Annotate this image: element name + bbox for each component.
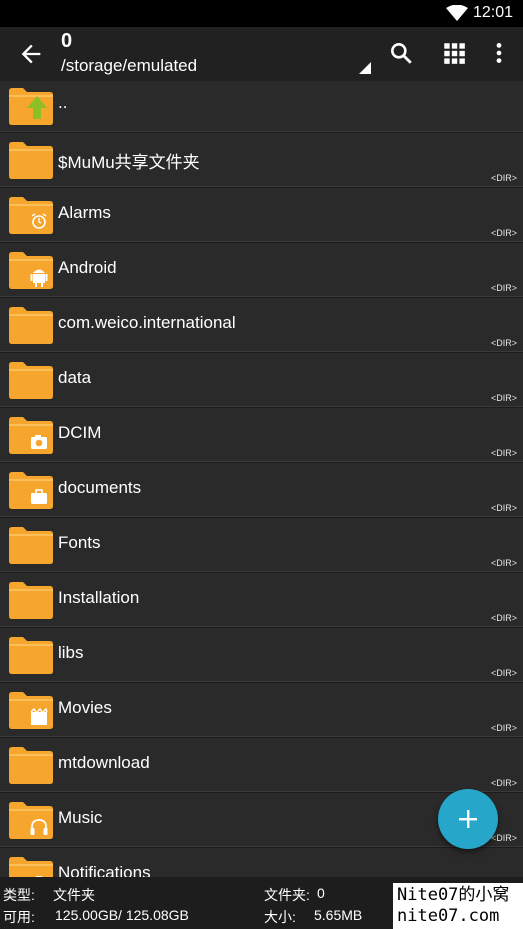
folder-alarm-icon (9, 197, 53, 234)
file-name: Movies (58, 698, 112, 717)
dir-tag: <DIR> (490, 503, 517, 513)
folder-film-icon (9, 692, 53, 729)
search-icon[interactable] (388, 40, 414, 66)
dir-tag: <DIR> (490, 173, 517, 183)
file-name: Installation (58, 588, 140, 607)
status-bar: 12:01 (0, 0, 523, 27)
dir-tag: <DIR> (490, 448, 517, 458)
folder-icon (9, 527, 53, 564)
file-row[interactable]: Android <DIR> (0, 243, 523, 298)
dir-tag: <DIR> (490, 228, 517, 238)
folder-icon (9, 747, 53, 784)
dir-tag: <DIR> (490, 613, 517, 623)
current-path[interactable]: /storage/emulated (61, 56, 197, 76)
file-row[interactable]: Notifications<DIR> (0, 848, 523, 877)
folder-up-icon (9, 88, 53, 125)
dir-tag: <DIR> (490, 393, 517, 403)
file-name: DCIM (58, 423, 102, 442)
file-name: documents (58, 478, 142, 497)
file-row[interactable]: $MuMu共享文件夹 <DIR> (0, 133, 523, 188)
status-time: 12:01 (472, 4, 513, 21)
watermark: Nite07的小窝 nite07.com (393, 883, 523, 929)
file-row[interactable]: Movies <DIR> (0, 683, 523, 738)
file-name: Fonts (58, 533, 101, 552)
plus-icon (459, 810, 477, 828)
file-row[interactable]: Fonts <DIR> (0, 518, 523, 573)
watermark-line1: Nite07的小窝 (397, 885, 510, 905)
dir-tag: <DIR> (490, 668, 517, 678)
folder-icon (9, 307, 53, 344)
path-dropdown-icon[interactable] (359, 62, 371, 74)
folders-label: 文件夹: (264, 887, 310, 903)
file-name: Android (58, 258, 117, 277)
dir-tag: <DIR> (490, 778, 517, 788)
more-vert-icon[interactable] (486, 40, 512, 66)
folder-camera-icon (9, 417, 53, 454)
type-label: 类型: (3, 887, 35, 903)
dir-tag: <DIR> (490, 338, 517, 348)
file-name: Notifications (58, 863, 151, 877)
file-name: mtdownload (58, 753, 150, 772)
file-row[interactable]: data <DIR> (0, 353, 523, 408)
folder-briefcase-icon (9, 472, 53, 509)
toolbar: 0 /storage/emulated (0, 27, 523, 81)
folder-icon (9, 582, 53, 619)
file-row[interactable]: DCIM <DIR> (0, 408, 523, 463)
dir-tag: <DIR> (490, 833, 517, 843)
parent-directory-row[interactable]: .. (0, 81, 523, 133)
file-name: com.weico.international (58, 313, 236, 332)
folders-value: 0 (317, 885, 325, 901)
folder-bell-icon (9, 857, 53, 877)
file-row[interactable]: documents <DIR> (0, 463, 523, 518)
folder-headphones-icon (9, 802, 53, 839)
size-label: 大小: (264, 909, 296, 925)
file-name: $MuMu共享文件夹 (58, 153, 200, 172)
file-name: data (58, 368, 92, 387)
folder-icon (9, 637, 53, 674)
file-row[interactable]: mtdownload <DIR> (0, 738, 523, 793)
toolbar-title: 0 (61, 30, 73, 52)
watermark-line2: nite07.com (397, 906, 500, 926)
folder-icon (9, 142, 53, 179)
folder-icon (9, 362, 53, 399)
type-value: 文件夹 (53, 887, 95, 903)
file-row[interactable]: com.weico.international <DIR> (0, 298, 523, 353)
available-label: 可用: (3, 909, 35, 925)
dir-tag: <DIR> (490, 558, 517, 568)
file-row[interactable]: Alarms <DIR> (0, 188, 523, 243)
back-arrow-icon[interactable] (17, 40, 45, 68)
wifi-icon (446, 5, 468, 21)
file-row[interactable]: Installation <DIR> (0, 573, 523, 628)
folder-android-icon (9, 252, 53, 289)
dir-tag: <DIR> (490, 283, 517, 293)
size-value: 5.65MB (314, 907, 363, 923)
file-name: Alarms (58, 203, 111, 222)
file-name: Music (58, 808, 103, 827)
add-button[interactable] (438, 789, 498, 849)
grid-view-icon[interactable] (441, 40, 467, 66)
parent-directory-label: .. (58, 93, 68, 112)
file-name: libs (58, 643, 84, 662)
dir-tag: <DIR> (490, 723, 517, 733)
available-value: 125.00GB/ 125.08GB (55, 907, 189, 923)
file-row[interactable]: libs <DIR> (0, 628, 523, 683)
file-list[interactable]: .. $MuMu共享文件夹 <DIR> Alarms <DIR> Android <DIR… (0, 81, 523, 877)
